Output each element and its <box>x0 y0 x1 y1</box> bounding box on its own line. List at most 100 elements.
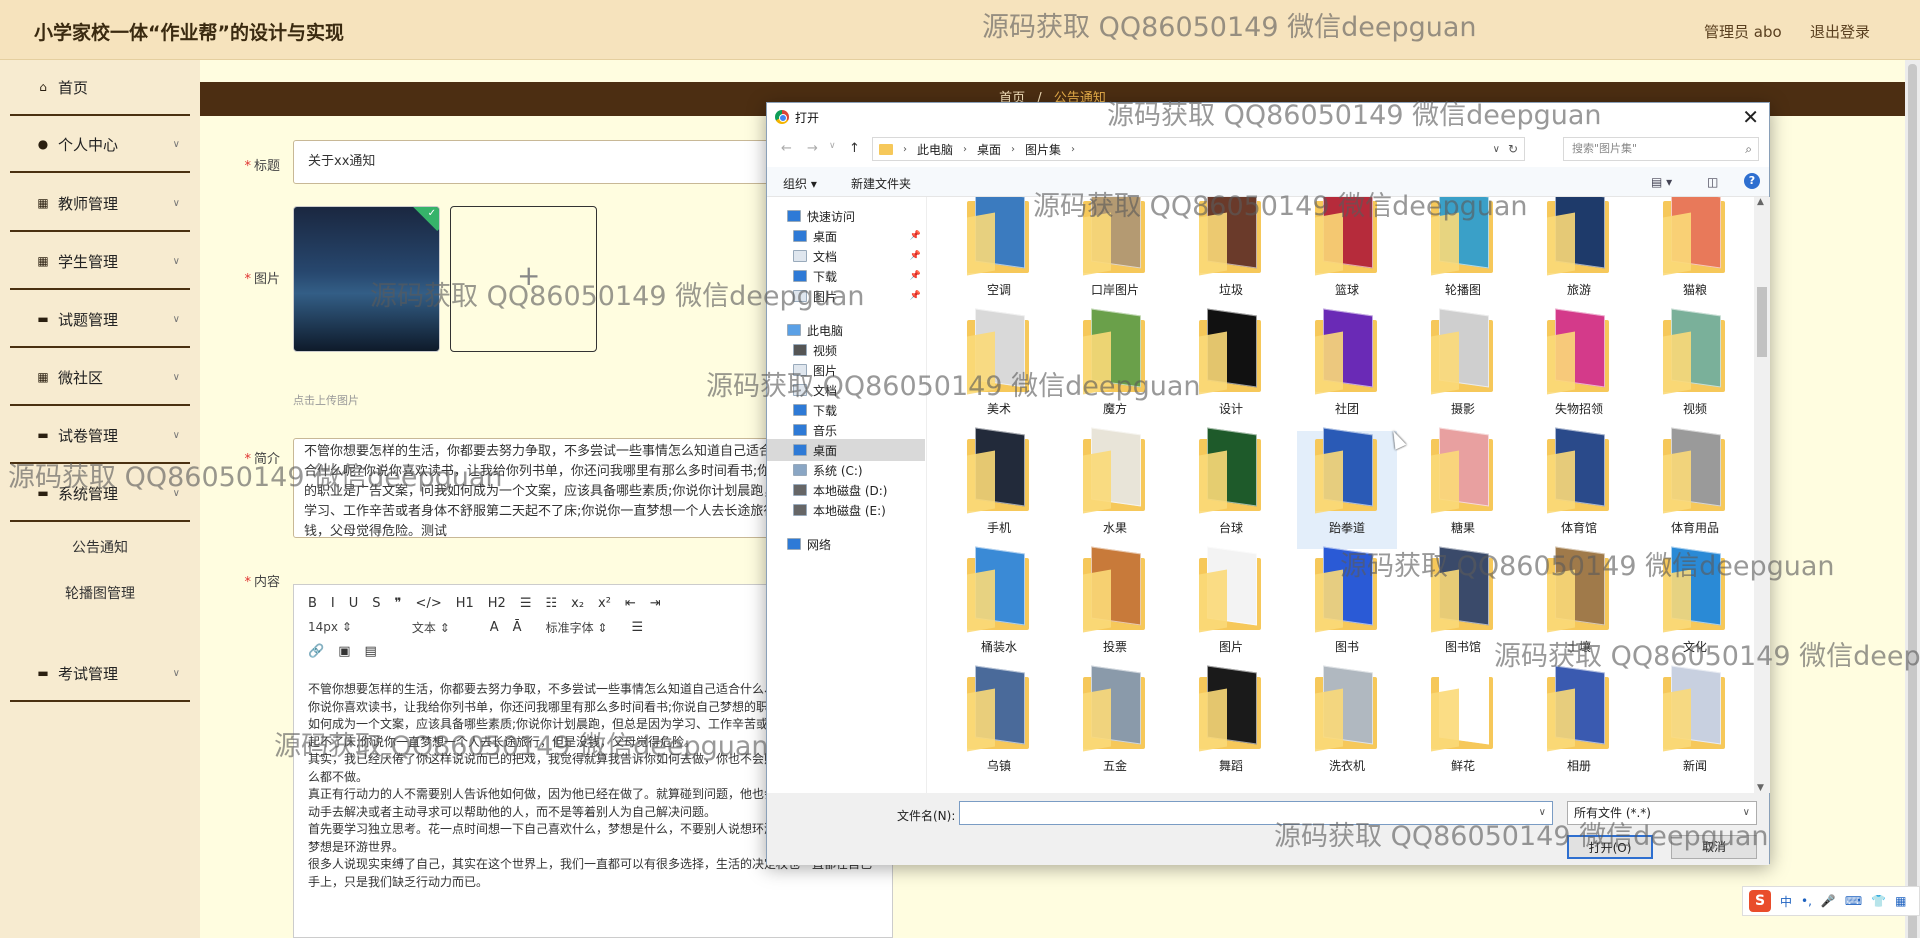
folder-item[interactable]: 新闻 <box>1645 665 1745 787</box>
refresh-icon[interactable]: ↻ <box>1508 142 1518 156</box>
ime-punctuation[interactable]: •, <box>1801 894 1812 908</box>
outdent-icon[interactable]: ⇤ <box>625 596 636 611</box>
address-segment[interactable]: 桌面 <box>977 141 1001 158</box>
logout-link[interactable]: 退出登录 <box>1810 21 1870 42</box>
nav-item[interactable]: 桌面 <box>767 439 925 461</box>
align-icon[interactable]: ☰ <box>631 620 643 635</box>
indent-icon[interactable]: ⇥ <box>650 596 661 611</box>
folder-item[interactable]: 糖果 <box>1413 427 1513 549</box>
sidebar-item-2[interactable]: ▦ 教师管理 ∨ <box>10 176 190 232</box>
forward-arrow-icon[interactable]: → <box>807 141 818 156</box>
address-segment[interactable]: 图片集 <box>1025 141 1061 158</box>
sidebar-item-0[interactable]: ⌂ 首页 <box>10 60 190 116</box>
up-arrow-icon[interactable]: ↑ <box>849 141 860 156</box>
folder-item[interactable]: 水果 <box>1065 427 1165 549</box>
nav-item[interactable]: 本地磁盘 (D:) <box>767 479 925 501</box>
submenu-item-0[interactable]: 公告通知 <box>0 528 200 566</box>
scroll-up-icon[interactable]: ▲ <box>1757 197 1764 207</box>
folder-item[interactable]: 洗衣机 <box>1297 665 1397 787</box>
address-separator-icon[interactable]: › <box>903 144 907 155</box>
search-input[interactable]: 搜索"图片集" ⌕ <box>1563 137 1759 161</box>
background-color-icon[interactable]: Ā <box>513 620 522 635</box>
address-separator-icon[interactable]: › <box>963 144 967 155</box>
h1-icon[interactable]: H1 <box>456 596 474 611</box>
folder-item[interactable]: 社团 <box>1297 308 1397 430</box>
bold-icon[interactable]: B <box>308 596 317 611</box>
file-list-scrollbar[interactable]: ▲ ▼ <box>1754 197 1770 793</box>
address-separator-icon[interactable]: › <box>1011 144 1015 155</box>
video-icon[interactable]: ▤ <box>364 644 376 659</box>
preview-pane-icon[interactable]: ◫ <box>1707 175 1718 189</box>
nav-item[interactable]: 网络 <box>767 533 925 555</box>
folder-item[interactable]: 图片 <box>1181 546 1281 668</box>
strike-icon[interactable]: S <box>372 596 380 611</box>
back-arrow-icon[interactable]: ← <box>781 141 792 156</box>
folder-item[interactable]: 体育用品 <box>1645 427 1745 549</box>
sidebar-item-4[interactable]: ▬ 试题管理 ∨ <box>10 292 190 348</box>
page-scrollbar[interactable] <box>1905 60 1920 938</box>
folder-item[interactable]: 鲜花 <box>1413 665 1513 787</box>
folder-item[interactable]: 体育馆 <box>1529 427 1629 549</box>
ordered-list-icon[interactable]: ☰ <box>520 596 532 611</box>
new-folder-button[interactable]: 新建文件夹 <box>851 175 911 192</box>
folder-item[interactable]: 跆拳道 <box>1297 427 1397 549</box>
ime-keyboard-icon[interactable]: ⌨ <box>1845 894 1862 908</box>
text-type-select[interactable]: 文本 ⇕ <box>412 619 450 636</box>
folder-item[interactable]: 视频 <box>1645 308 1745 430</box>
nav-item[interactable]: 快速访问 <box>767 205 925 227</box>
view-options-icon[interactable]: ▤ ▾ <box>1651 175 1672 189</box>
superscript-icon[interactable]: x² <box>598 596 611 611</box>
image-icon[interactable]: ▣ <box>338 644 350 659</box>
address-dropdown-icon[interactable]: ∨ <box>1493 144 1500 155</box>
folder-item[interactable]: 五金 <box>1065 665 1165 787</box>
sidebar-item-3[interactable]: ▦ 学生管理 ∨ <box>10 234 190 290</box>
folder-item[interactable]: 乌镇 <box>949 665 1049 787</box>
bullet-list-icon[interactable]: ☷ <box>545 596 557 611</box>
ime-toolbar[interactable]: S 中 •, 🎤 ⌨ 👕 ▦ <box>1742 886 1920 916</box>
quote-icon[interactable]: ❞ <box>395 596 402 611</box>
folder-item[interactable]: 投票 <box>1065 546 1165 668</box>
address-segment[interactable]: 此电脑 <box>917 141 953 158</box>
folder-item[interactable]: 台球 <box>1181 427 1281 549</box>
ime-voice-icon[interactable]: 🎤 <box>1821 894 1836 908</box>
folder-item[interactable]: 舞蹈 <box>1181 665 1281 787</box>
ime-chinese-mode[interactable]: 中 <box>1780 893 1792 910</box>
address-bar[interactable]: › 此电脑 › 桌面 › 图片集 › ∨ ↻ <box>872 137 1525 161</box>
help-icon[interactable]: ? <box>1744 173 1760 189</box>
nav-item[interactable]: 此电脑 <box>767 319 925 341</box>
dialog-close-button[interactable]: ✕ <box>1742 105 1759 129</box>
nav-item[interactable]: 文档 📌 <box>767 245 925 267</box>
page-scrollbar-thumb[interactable] <box>1908 64 1917 938</box>
folder-item[interactable]: 手机 <box>949 427 1049 549</box>
nav-item[interactable]: 桌面 📌 <box>767 225 925 247</box>
ime-grid-icon[interactable]: ▦ <box>1895 894 1906 908</box>
italic-icon[interactable]: I <box>331 596 335 611</box>
code-icon[interactable]: </> <box>416 596 442 611</box>
submenu-item-1[interactable]: 轮播图管理 <box>0 574 200 612</box>
scroll-down-icon[interactable]: ▼ <box>1757 783 1764 793</box>
file-list-scrollbar-thumb[interactable] <box>1757 287 1767 357</box>
nav-item[interactable]: 系统 (C:) <box>767 459 925 481</box>
ime-skin-icon[interactable]: 👕 <box>1871 894 1886 908</box>
sidebar-item-1[interactable]: ● 个人中心 ∨ <box>10 117 190 173</box>
folder-item[interactable]: 失物招领 <box>1529 308 1629 430</box>
folder-item[interactable]: 相册 <box>1529 665 1629 787</box>
nav-item[interactable]: 音乐 <box>767 419 925 441</box>
address-separator-icon[interactable]: › <box>1071 144 1075 155</box>
link-icon[interactable]: 🔗 <box>308 644 324 659</box>
admin-user-label[interactable]: 管理员 abo <box>1704 21 1782 42</box>
nav-item[interactable]: 本地磁盘 (E:) <box>767 499 925 521</box>
font-family-select[interactable]: 标准字体 ⇕ <box>546 619 608 636</box>
h2-icon[interactable]: H2 <box>488 596 506 611</box>
sidebar-item-5[interactable]: ▦ 微社区 ∨ <box>10 350 190 406</box>
underline-icon[interactable]: U <box>349 596 359 611</box>
folder-item[interactable]: 猫粮 <box>1645 197 1745 311</box>
nav-item[interactable]: 视频 <box>767 339 925 361</box>
sidebar-item-8[interactable]: ▬ 考试管理 ∨ <box>10 646 190 702</box>
folder-item[interactable]: 旅游 <box>1529 197 1629 311</box>
font-size-select[interactable]: 14px ⇕ <box>308 620 352 634</box>
subscript-icon[interactable]: x₂ <box>571 596 584 611</box>
folder-item[interactable]: 摄影 <box>1413 308 1513 430</box>
recent-dropdown-icon[interactable]: ∨ <box>829 141 836 151</box>
folder-item[interactable]: 桶装水 <box>949 546 1049 668</box>
